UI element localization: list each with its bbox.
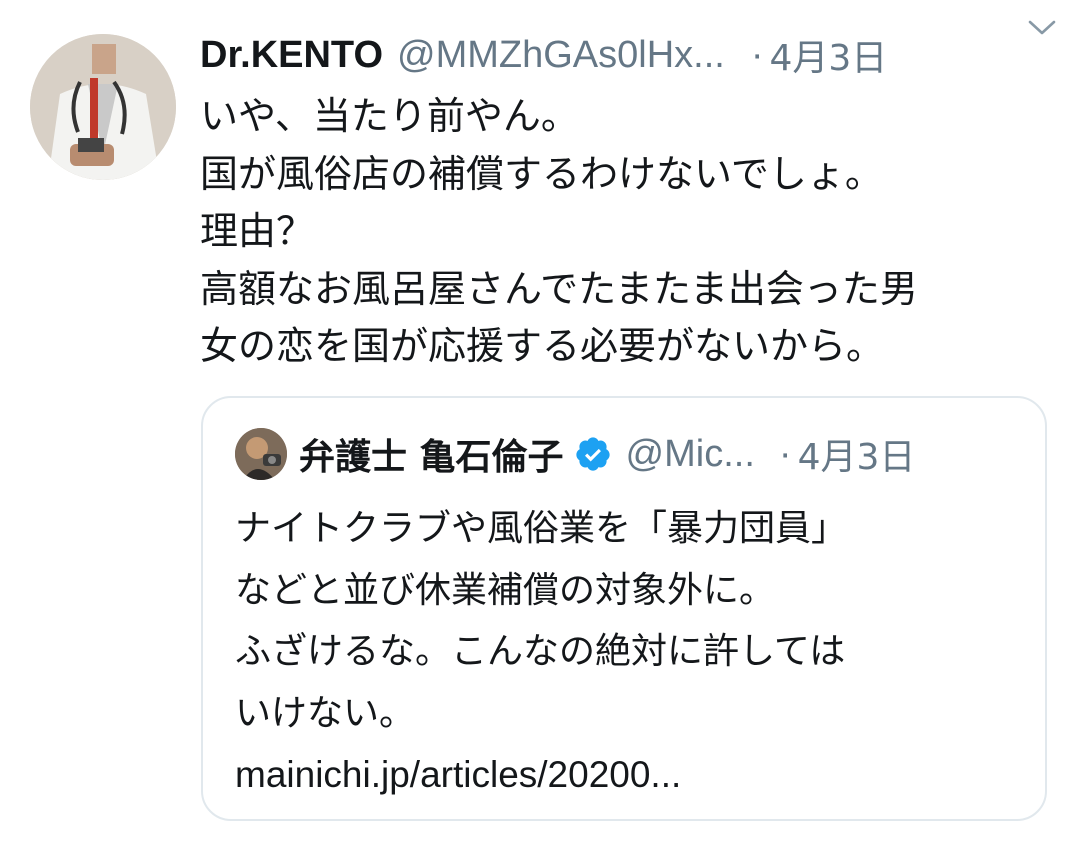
quoted-tweet-link[interactable]: mainichi.jp/articles/20200... [235, 744, 1035, 806]
chevron-down-icon[interactable] [1024, 12, 1060, 42]
tweet-text-line: 高額なお風呂屋さんでたまたま出会った男 [200, 266, 918, 311]
tweet-text-line: 女の恋を国が応援する必要がないから。 [200, 324, 885, 368]
tweet-header: Dr.KENTO @MMZhGAs0lHx... · 4月3日 [200, 28, 1050, 82]
quoted-tweet-header: 弁護士 亀石倫子 @Mic... · 4月3日 [235, 426, 1035, 482]
author-name[interactable]: Dr.KENTO [200, 34, 383, 77]
quoted-text-line: などと並び休業補償の対象外に。 [235, 569, 776, 611]
tweet-date[interactable]: 4月3日 [770, 29, 888, 81]
quoted-text-line: ふざけるな。こんなの絶対に許しては [235, 631, 846, 672]
author-handle[interactable]: @MMZhGAs0lHx... [397, 34, 725, 77]
separator-dot: · [750, 33, 764, 76]
quoted-text-line: いけない。 [235, 692, 416, 734]
tweet[interactable]: Dr.KENTO @MMZhGAs0lHx... · 4月3日 いや、当たり前や… [0, 0, 1080, 857]
tweet-text: いや、当たり前やん。 国が風俗店の補償するわけないでしょ。 理由？ 高額なお風呂… [200, 88, 1060, 376]
quoted-tweet-date: 4月3日 [797, 437, 916, 478]
tweet-text-line: 理由？ [200, 209, 315, 253]
quoted-author-name: 弁護士 亀石倫子 [299, 437, 564, 478]
quoted-text-line: ナイトクラブや風俗業を「暴力団員」 [235, 508, 848, 549]
separator-dot: · [778, 432, 792, 475]
author-avatar[interactable] [30, 34, 176, 180]
tweet-text-line: いや、当たり前やん。 [200, 94, 579, 138]
verified-badge-icon [575, 437, 610, 471]
quoted-tweet-text: ナイトクラブや風俗業を「暴力団員」 などと並び休業補償の対象外に。 ふざけるな。… [235, 498, 1035, 806]
tweet-text-line: 国が風俗店の補償するわけないでしょ。 [200, 151, 883, 196]
quoted-tweet-card[interactable]: 弁護士 亀石倫子 @Mic... · 4月3日 ナイトクラブや風俗業を「暴力団員… [201, 396, 1047, 821]
quoted-author-handle: @Mic... [625, 432, 755, 475]
quoted-author-avatar [235, 428, 287, 480]
